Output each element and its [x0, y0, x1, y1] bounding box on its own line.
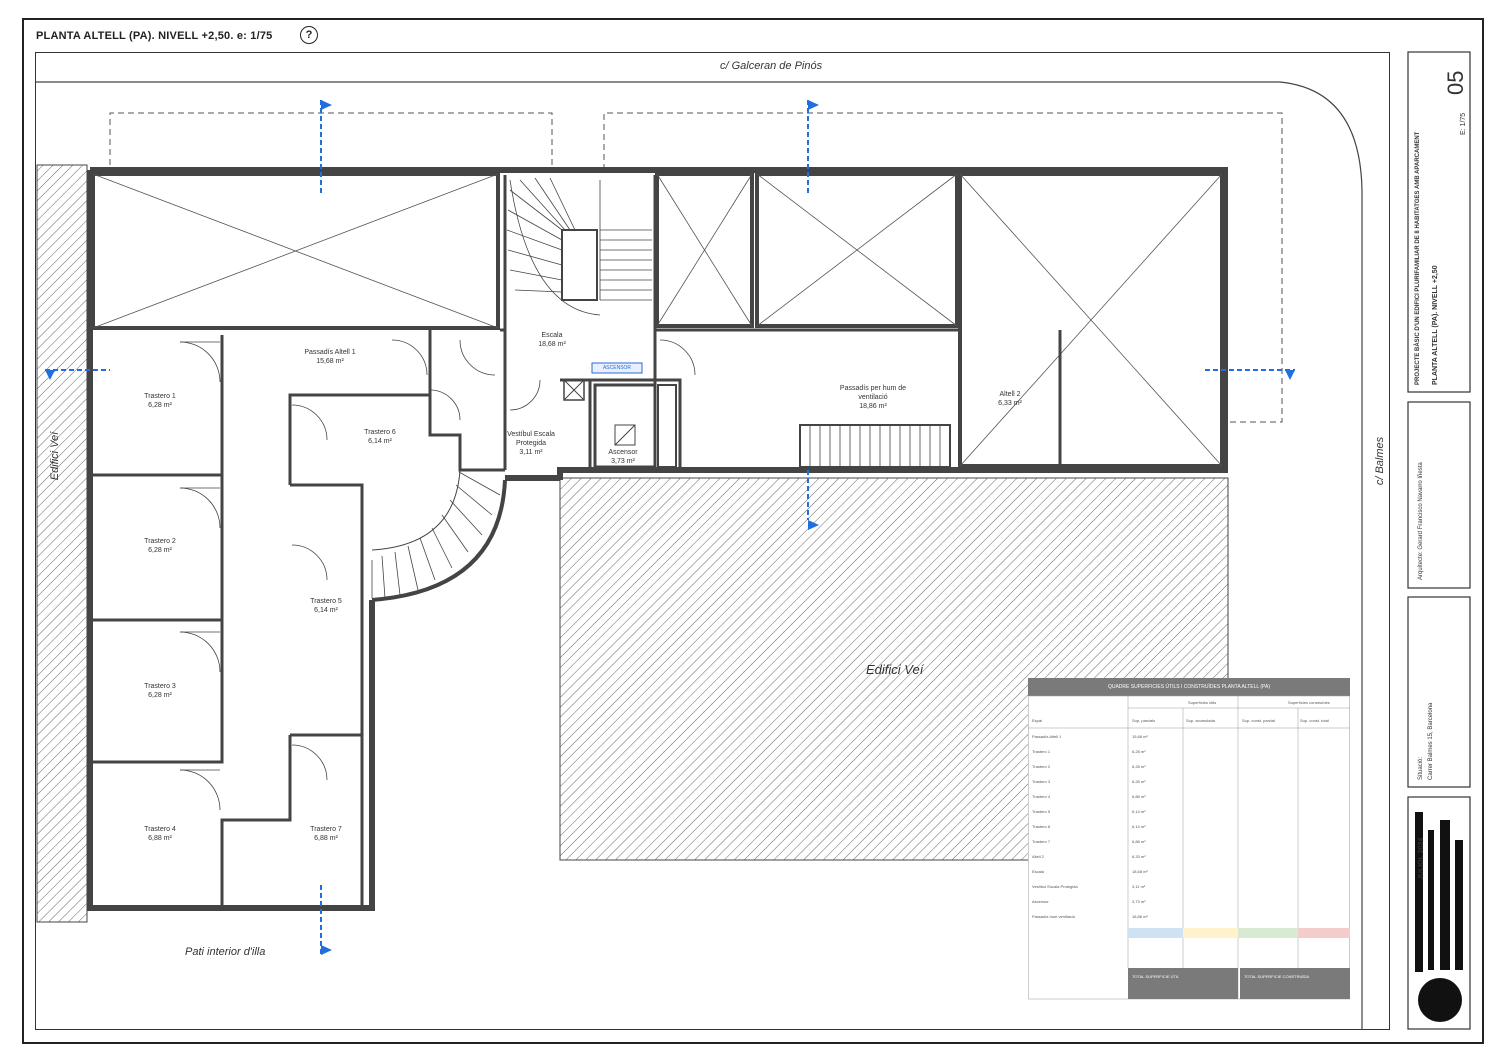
table-grid-lines: [1028, 695, 1350, 1000]
neighbor-left-label: Edifici Veí: [49, 431, 61, 481]
architect-name: Arquitecte: Gerard Francisco Navarro Iñe…: [1418, 462, 1424, 580]
courtyard-label: Pati interior d'illa: [185, 946, 266, 958]
room-label: Vestíbul Escala Protegida 3,11 m²: [507, 431, 555, 456]
project-title: PROJECTE BÀSIC D'UN EDIFICI PLURIFAMILIA…: [1415, 131, 1421, 385]
elevator-tag: ASCENSOR: [602, 365, 632, 371]
street-top-label: c/ Galceran de Pinós: [720, 60, 823, 72]
room-label: Altell 2 6,33 m²: [998, 391, 1022, 407]
drawing-date: JULIOL 2024: [1418, 837, 1425, 880]
room-label: Trastero 7 6,88 m²: [310, 826, 342, 842]
overhang-dashed-left: [109, 112, 553, 170]
footer-useful-label: TOTAL SUPERFICIE ÚTIL: [1132, 974, 1180, 979]
room-label: Trastero 6 6,14 m²: [364, 429, 396, 445]
total-built-box: [1240, 968, 1350, 999]
total-useful-box: [1128, 968, 1238, 999]
street-right-label: c/ Balmes: [1374, 436, 1386, 486]
surfaces-table: QUADRE SUPERFICIES ÚTILS I CONSTRUÏDES P…: [1028, 678, 1350, 1000]
address: Carrer Balmes 15, Barcelona: [1428, 702, 1434, 780]
room-label: Escala 18,68 m²: [538, 332, 566, 348]
room-label: Trastero 1 6,28 m²: [144, 393, 176, 409]
neighbor-building-label: Edifici Veí: [866, 662, 924, 677]
stair-top: [506, 177, 652, 316]
room-label: Trastero 5 6,14 m²: [310, 598, 342, 614]
room-label: Passadís Altell 1 15,68 m²: [304, 349, 356, 365]
room-label: Passadís per hum de ventilació 18,86 m²: [839, 385, 907, 410]
address-label: Situació:: [1418, 756, 1424, 780]
swatch-yellow: [1183, 928, 1238, 938]
stair-curved: [371, 469, 507, 602]
room-label: Ascensor 3,73 m²: [608, 449, 638, 465]
neighbor-left-hatch: [36, 164, 88, 923]
footer-built-label: TOTAL SUPERFICIE CONSTRUÏDA: [1244, 974, 1310, 979]
sheet-scale: E: 1/75: [1460, 112, 1467, 135]
room-label: Trastero 3 6,28 m²: [144, 683, 176, 699]
sheet-name: PLANTA ALTELL (PA). NIVELL +2,50: [1432, 265, 1439, 385]
stair-small: [799, 424, 951, 468]
room-label: Trastero 2 6,28 m²: [144, 538, 176, 554]
sheet-number: 05: [1443, 70, 1468, 95]
swatch-green: [1238, 928, 1298, 938]
swatch-blue: [1128, 928, 1183, 938]
swatch-red: [1298, 928, 1350, 938]
room-label: Trastero 4 6,88 m²: [144, 826, 176, 842]
